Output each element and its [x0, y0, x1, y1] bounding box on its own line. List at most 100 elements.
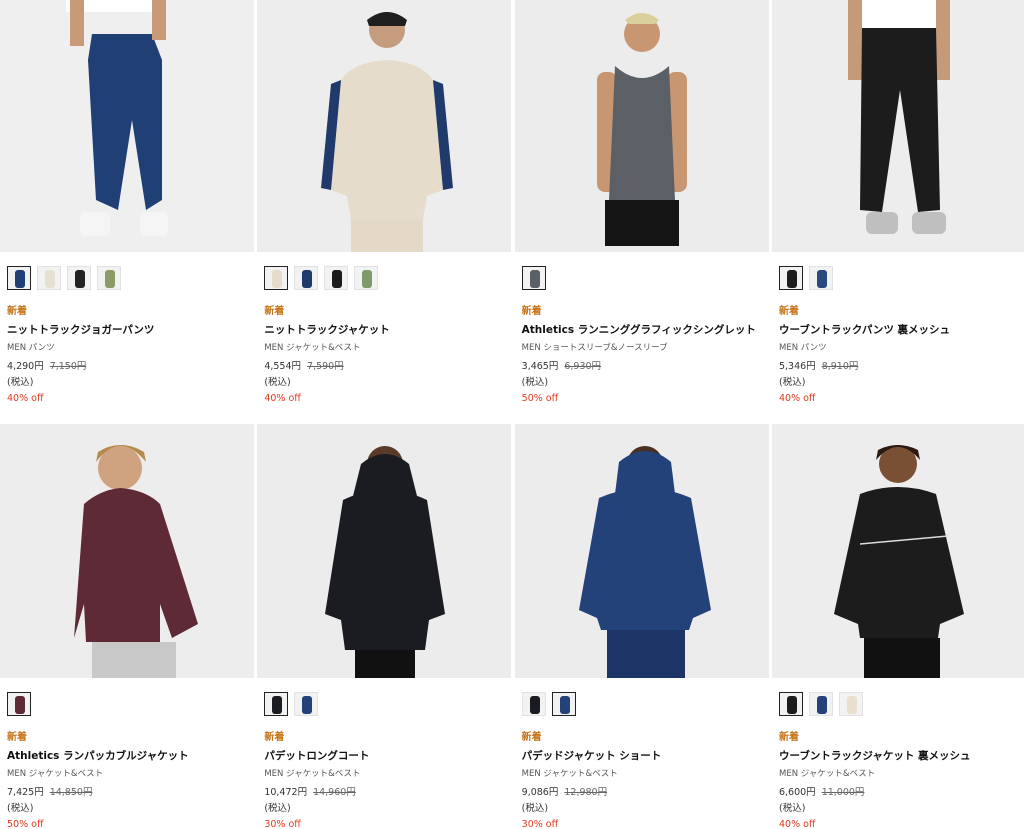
tax-note: (税込): [778, 803, 806, 814]
price-line: 3,465円 6,930円: [522, 358, 762, 372]
original-price: 12,980円: [564, 787, 608, 798]
color-swatch[interactable]: [294, 266, 319, 290]
product-image[interactable]: [771, 424, 1024, 678]
product-image[interactable]: [514, 424, 769, 678]
swatch-thumbnail-icon: [45, 270, 55, 288]
color-swatch[interactable]: [838, 692, 863, 716]
product-card[interactable]: 新着 ウーブントラックパンツ 裏メッシュ MEN パンツ 5,346円 8,910…: [771, 0, 1024, 424]
color-swatches: [0, 252, 254, 292]
discount-label: 40% off: [778, 393, 816, 404]
color-swatch[interactable]: [521, 692, 546, 716]
sale-price: 9,086円: [521, 787, 559, 798]
color-swatches: [0, 678, 254, 718]
tax-note: (税込): [264, 377, 291, 388]
price-line: 4,554円 7,590円: [264, 358, 504, 372]
product-name[interactable]: ニットトラックジャケット: [264, 322, 504, 336]
price-line: 4,290円 7,150円: [7, 358, 247, 372]
new-badge: 新着: [778, 732, 799, 743]
product-category: MEN パンツ: [778, 343, 827, 353]
product-name[interactable]: ウーブントラックパンツ 裏メッシュ: [779, 322, 1019, 336]
color-swatch[interactable]: [778, 692, 803, 716]
color-swatch[interactable]: [264, 692, 289, 716]
black-padded-long-coat-model-photo-icon: [257, 424, 512, 678]
sale-price: 4,290円: [7, 361, 44, 372]
color-swatch[interactable]: [778, 266, 803, 290]
tax-note: (税込): [521, 377, 549, 388]
color-swatch[interactable]: [808, 266, 833, 290]
color-swatches: [772, 252, 1024, 292]
color-swatch[interactable]: [808, 692, 833, 716]
grey-singlet-model-photo-icon: [514, 0, 769, 252]
product-card[interactable]: 新着 ウーブントラックジャケット 裏メッシュ MEN ジャケット&ベスト 6,6…: [771, 424, 1024, 829]
navy-padded-jacket-model-photo-icon: [514, 424, 769, 678]
burgundy-packable-jacket-model-photo-icon: [0, 424, 254, 678]
swatch-thumbnail-icon: [302, 270, 313, 288]
new-badge: 新着: [7, 732, 27, 743]
product-card[interactable]: 新着 パデットロングコート MEN ジャケット&ベスト 10,472円 14,96…: [257, 424, 512, 829]
new-badge: 新着: [521, 732, 542, 743]
swatch-thumbnail-icon: [332, 270, 343, 288]
tax-note: (税込): [7, 377, 34, 388]
color-swatch[interactable]: [7, 266, 31, 290]
original-price: 8,910円: [821, 361, 859, 372]
product-image[interactable]: [0, 424, 254, 678]
new-badge: 新着: [264, 732, 285, 743]
beige-track-jacket-model-photo-icon: [257, 0, 512, 252]
product-name[interactable]: Athletics ランニンググラフィックシングレット: [522, 322, 762, 336]
product-image[interactable]: [257, 424, 512, 678]
original-price: 7,150円: [49, 361, 87, 372]
swatch-thumbnail-icon: [302, 696, 313, 714]
product-category: MEN ジャケット&ベスト: [521, 769, 618, 779]
color-swatch[interactable]: [97, 266, 121, 290]
color-swatch[interactable]: [37, 266, 61, 290]
original-price: 7,590円: [307, 361, 344, 372]
color-swatch[interactable]: [354, 266, 379, 290]
swatch-thumbnail-icon: [816, 696, 827, 714]
color-swatch[interactable]: [324, 266, 349, 290]
color-swatch[interactable]: [67, 266, 91, 290]
swatch-thumbnail-icon: [15, 696, 25, 714]
swatch-thumbnail-icon: [786, 270, 797, 288]
tax-note: (税込): [521, 803, 549, 814]
color-swatch[interactable]: [294, 692, 319, 716]
sale-price: 5,346円: [778, 361, 816, 372]
sale-price: 7,425円: [7, 787, 44, 798]
color-swatches: [257, 252, 511, 292]
product-card[interactable]: 新着 ニットトラックジョガーパンツ MEN パンツ 4,290円 7,150円 (…: [0, 0, 254, 424]
product-name[interactable]: Athletics ランパッカブルジャケット: [7, 748, 247, 762]
swatch-thumbnail-icon: [362, 270, 373, 288]
discount-label: 50% off: [7, 819, 44, 829]
product-card[interactable]: 新着 Athletics ランパッカブルジャケット MEN ジャケット&ベスト …: [0, 424, 254, 829]
product-image[interactable]: [257, 0, 512, 252]
color-swatch[interactable]: [521, 266, 546, 290]
swatch-thumbnail-icon: [105, 270, 115, 288]
product-name[interactable]: パデットロングコート: [264, 748, 504, 762]
product-category: MEN ジャケット&ベスト: [778, 769, 876, 779]
black-woven-jacket-model-photo-icon: [771, 424, 1024, 678]
swatch-thumbnail-icon: [272, 270, 283, 288]
color-swatch[interactable]: [264, 266, 289, 290]
discount-label: 30% off: [521, 819, 559, 829]
product-name[interactable]: ウーブントラックジャケット 裏メッシュ: [779, 748, 1019, 762]
color-swatches: [515, 252, 769, 292]
color-swatch[interactable]: [551, 692, 576, 716]
product-card[interactable]: 新着 ニットトラックジャケット MEN ジャケット&ベスト 4,554円 7,59…: [257, 0, 512, 424]
product-name[interactable]: パデッドジャケット ショート: [522, 748, 762, 762]
swatch-thumbnail-icon: [15, 270, 25, 288]
product-category: MEN ジャケット&ベスト: [264, 343, 361, 353]
product-category: MEN ジャケット&ベスト: [264, 769, 361, 779]
color-swatch[interactable]: [7, 692, 31, 716]
product-card[interactable]: 新着 Athletics ランニンググラフィックシングレット MEN ショートス…: [514, 0, 769, 424]
original-price: 11,000円: [821, 787, 865, 798]
product-name[interactable]: ニットトラックジョガーパンツ: [7, 322, 247, 336]
swatch-thumbnail-icon: [846, 696, 857, 714]
discount-label: 40% off: [7, 393, 44, 404]
color-swatches: [257, 678, 511, 718]
product-card[interactable]: 新着 パデッドジャケット ショート MEN ジャケット&ベスト 9,086円 12…: [514, 424, 769, 829]
product-image[interactable]: [771, 0, 1024, 252]
product-image[interactable]: [0, 0, 254, 252]
price-line: 6,600円 11,000円: [779, 784, 1019, 798]
discount-label: 40% off: [264, 393, 301, 404]
product-image[interactable]: [514, 0, 769, 252]
new-badge: 新着: [264, 306, 285, 317]
